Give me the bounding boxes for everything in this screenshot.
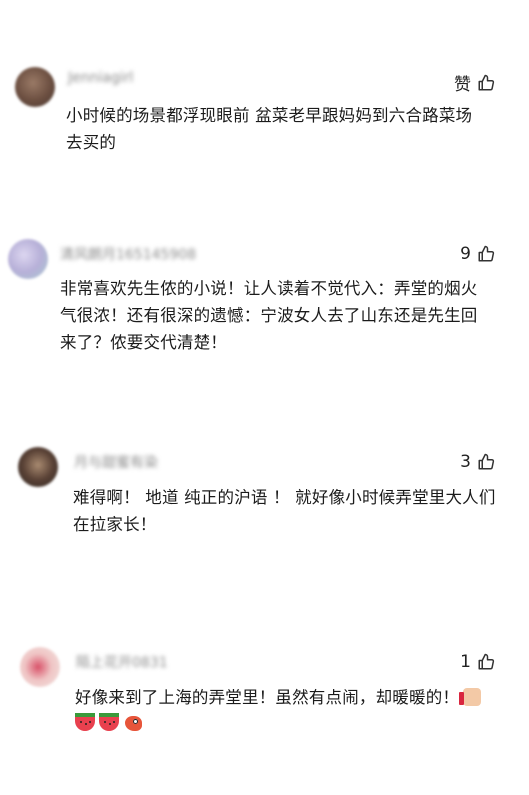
comment-username[interactable]: Jenniagirl [68,70,133,86]
comment-username[interactable]: 清风朗月165145908 [60,244,196,264]
like-button[interactable]: 赞 [454,70,495,95]
watermelon-emoji-icon [99,713,119,731]
comment-username[interactable]: 月与甜蜜有染 [74,452,158,472]
comment-text: 非常喜欢先生侬的小说！让人读着不觉代入：弄堂的烟火 气很浓！还有很深的遗憾：宁波… [60,279,478,352]
comment-text: 难得啊！ 地道 纯正的沪语 ！ 就好像小时候弄堂里大人们 在拉家长！ [73,488,496,534]
bird-emoji-icon [123,713,145,733]
like-count: 9 [460,244,471,264]
like-button[interactable]: 3 [460,452,495,472]
watermelon-emoji-icon [75,713,95,731]
comment-text: 小时候的场景都浮现眼前 盆菜老早跟妈妈到六合路菜场 去买的 [66,106,473,152]
comment-username[interactable]: 陌上花开0831 [76,652,168,672]
thumbs-up-emoji-icon [459,688,482,706]
like-count: 赞 [454,75,471,95]
thumbs-up-icon [478,453,495,470]
like-count: 3 [460,452,471,472]
thumbs-up-icon [478,74,495,90]
thumbs-up-icon [478,245,495,262]
avatar[interactable] [15,67,55,107]
avatar[interactable] [18,447,58,487]
avatar[interactable] [8,239,48,279]
like-button[interactable]: 9 [460,244,495,264]
comment-text: 好像来到了上海的弄堂里！虽然有点闹，却暖暖的！ [75,684,482,733]
thumbs-up-icon [478,653,495,670]
avatar[interactable] [20,647,60,687]
like-count: 1 [460,652,471,672]
emoji-row [75,713,481,733]
like-button[interactable]: 1 [460,652,495,672]
